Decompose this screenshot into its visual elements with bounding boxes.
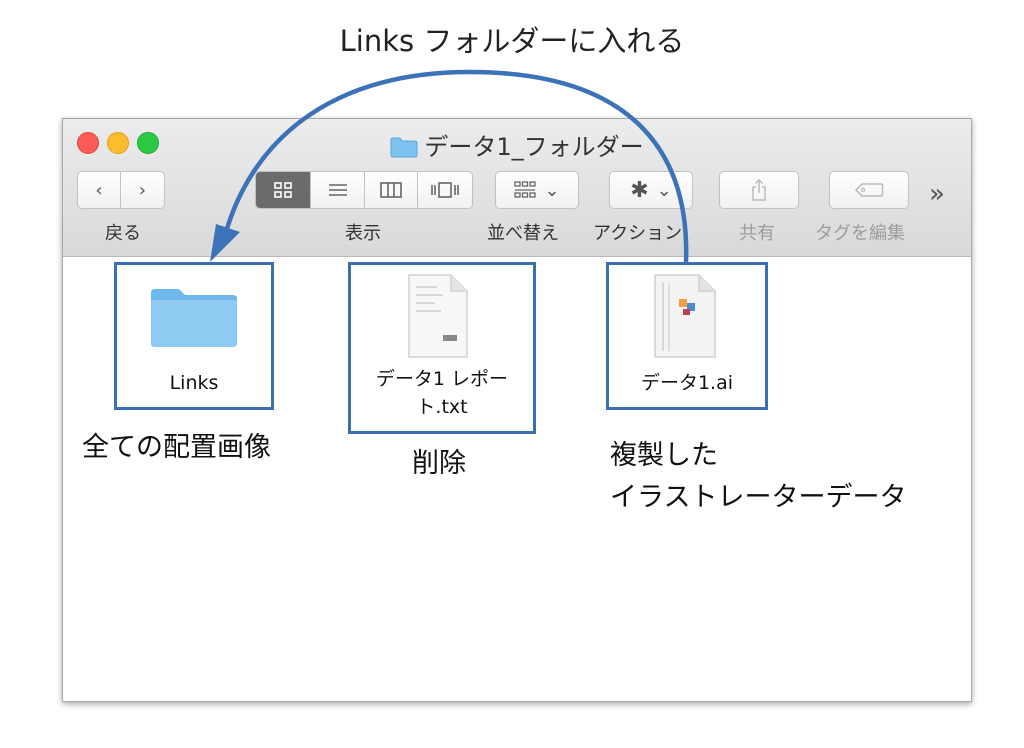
move-arrow xyxy=(210,69,689,263)
arrow-head-icon xyxy=(210,224,240,262)
